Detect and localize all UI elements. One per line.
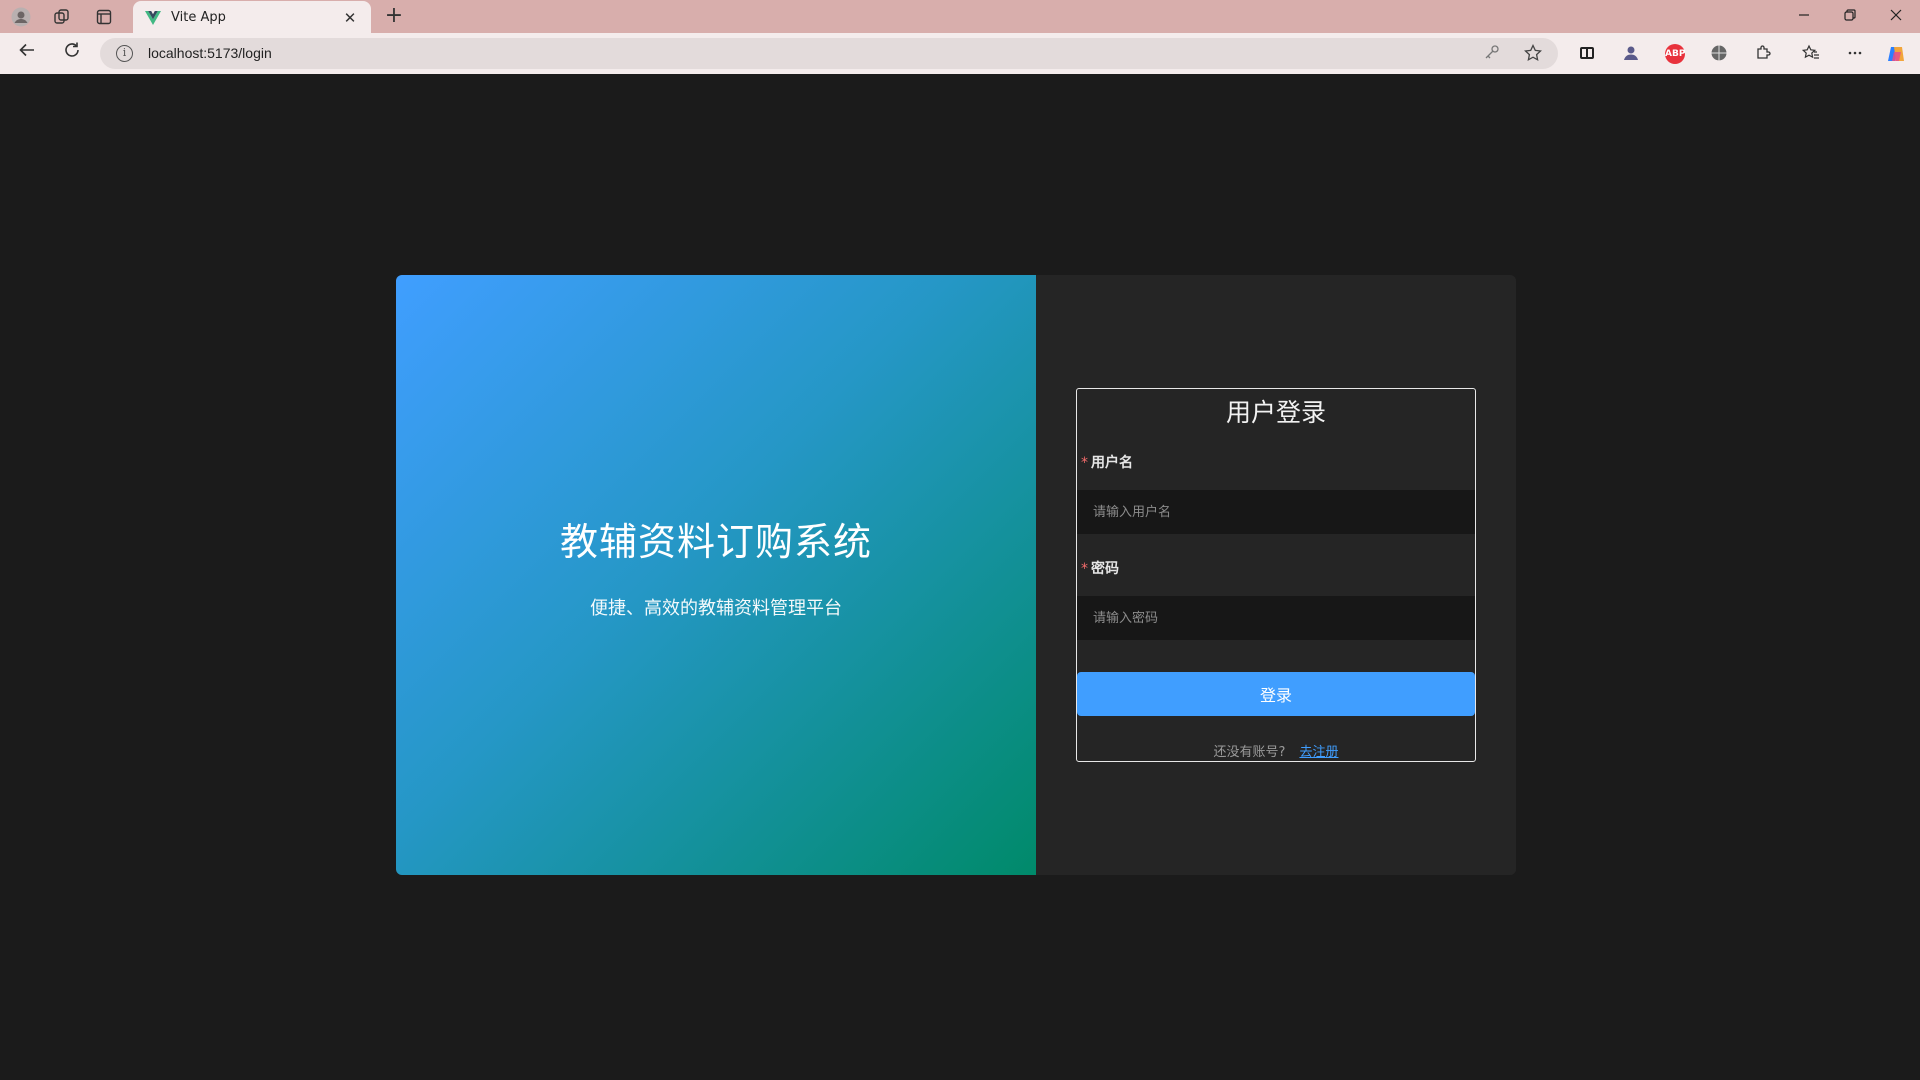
info-icon[interactable]: i bbox=[116, 45, 133, 62]
workspaces-icon[interactable] bbox=[50, 5, 74, 29]
more-icon[interactable] bbox=[1845, 44, 1865, 64]
register-link[interactable]: 去注册 bbox=[1299, 745, 1338, 760]
adblock-icon[interactable]: ABP bbox=[1665, 44, 1685, 64]
required-mark: * bbox=[1081, 561, 1088, 577]
extension-icon-globe[interactable] bbox=[1709, 44, 1729, 64]
extensions-puzzle-icon[interactable] bbox=[1753, 44, 1773, 64]
back-icon[interactable] bbox=[14, 41, 40, 67]
password-input[interactable] bbox=[1077, 596, 1475, 640]
username-input[interactable] bbox=[1077, 490, 1475, 534]
tab-vite-app[interactable]: Vite App ✕ bbox=[133, 1, 371, 34]
url-text[interactable]: localhost:5173/login bbox=[148, 45, 272, 61]
password-label: * 密码 bbox=[1081, 558, 1119, 578]
refresh-icon[interactable] bbox=[59, 41, 85, 67]
login-card: 教辅资料订购系统 便捷、高效的教辅资料管理平台 用户登录 *用户名 *密码 登录… bbox=[396, 275, 1516, 875]
copilot-icon[interactable] bbox=[1886, 44, 1906, 64]
address-bar[interactable]: i localhost:5173/login bbox=[100, 38, 1558, 69]
key-icon[interactable] bbox=[1484, 44, 1500, 64]
username-label-text: 用户名 bbox=[1091, 455, 1133, 471]
favorites-icon[interactable] bbox=[1801, 44, 1821, 64]
login-form: 用户登录 *用户名 *密码 登录 还没有账号?去注册 bbox=[1076, 388, 1476, 762]
profile-icon[interactable] bbox=[9, 5, 33, 29]
browser-toolbar: i localhost:5173/login ABP bbox=[0, 33, 1920, 74]
required-mark: * bbox=[1081, 455, 1088, 471]
register-prompt: 还没有账号? bbox=[1213, 745, 1286, 760]
browser-titlebar: Vite App ✕ + bbox=[0, 0, 1920, 34]
page-viewport: 教辅资料订购系统 便捷、高效的教辅资料管理平台 用户登录 *用户名 *密码 登录… bbox=[4, 74, 1916, 1075]
register-row: 还没有账号? 去注册 bbox=[1077, 741, 1475, 760]
form-panel: 用户登录 *用户名 *密码 登录 还没有账号?去注册 bbox=[1036, 275, 1516, 875]
hero-panel: 教辅资料订购系统 便捷、高效的教辅资料管理平台 bbox=[396, 275, 1036, 875]
tab-actions-icon[interactable] bbox=[92, 5, 116, 29]
system-subtitle: 便捷、高效的教辅资料管理平台 bbox=[590, 597, 842, 619]
extension-icon-reader[interactable] bbox=[1577, 44, 1597, 64]
system-title: 教辅资料订购系统 bbox=[559, 519, 872, 564]
minimize-icon[interactable] bbox=[1782, 4, 1826, 30]
restore-icon[interactable] bbox=[1828, 4, 1872, 30]
login-title: 用户登录 bbox=[1225, 398, 1326, 427]
close-tab-icon[interactable]: ✕ bbox=[341, 9, 359, 27]
tab-title: Vite App bbox=[171, 10, 226, 25]
close-window-icon[interactable] bbox=[1874, 4, 1918, 30]
login-button[interactable]: 登录 bbox=[1077, 672, 1475, 716]
star-icon[interactable] bbox=[1524, 43, 1542, 66]
extension-icon-agent[interactable] bbox=[1621, 44, 1641, 64]
password-label-text: 密码 bbox=[1091, 561, 1119, 577]
username-label: * 用户名 bbox=[1081, 452, 1133, 472]
new-tab-icon[interactable]: + bbox=[381, 4, 407, 30]
vue-favicon bbox=[145, 10, 161, 26]
